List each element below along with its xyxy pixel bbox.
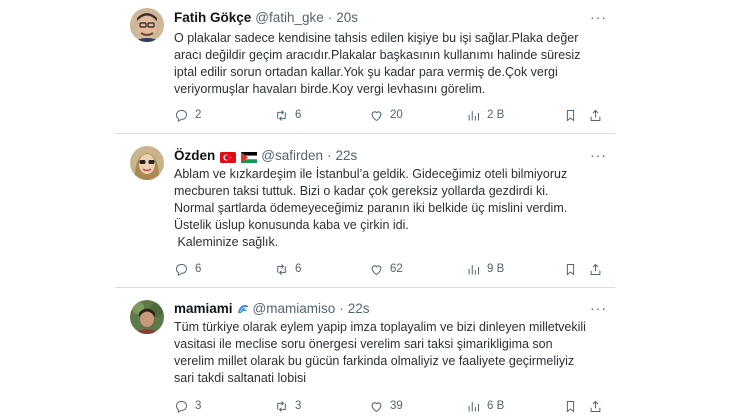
tweet-line: mecburen taksi tuttuk. Bizi o kadar çok … (174, 184, 549, 198)
bookmark-icon (566, 400, 575, 413)
avatar[interactable] (130, 146, 164, 180)
more-options-icon[interactable]: ··· (590, 148, 607, 162)
share-icon (590, 109, 601, 121)
avatar-photo (130, 146, 164, 180)
tweet-header: Fatih Gökçe @fatih_gke · 20s (174, 10, 358, 26)
tweet-text: Ablam ve kızkardeşim ile İstanbul’a geld… (174, 166, 614, 251)
reply-count: 6 (195, 263, 202, 275)
action-bar: 2 6 20 2 B (174, 107, 614, 123)
retweet-button[interactable]: 6 (274, 107, 301, 123)
more-options-icon[interactable]: ··· (590, 301, 607, 315)
avatar[interactable] (130, 8, 164, 42)
views-count: 6 B (487, 400, 505, 412)
tweet-line: Üstelik üslup konusunda kaba ve çirkin i… (174, 218, 409, 232)
share-button[interactable] (588, 261, 603, 277)
like-button[interactable]: 39 (369, 398, 403, 414)
bookmark-button[interactable] (563, 261, 578, 277)
like-icon (371, 401, 382, 412)
display-name[interactable]: mamiami (174, 301, 233, 317)
views-icon (468, 264, 479, 274)
tweet-feed: Fatih Gökçe @fatih_gke · 20s ··· O plaka… (0, 0, 730, 420)
tweet-line: sari takdi saltanati lobisi (174, 371, 307, 385)
separator-dot: · (327, 148, 332, 163)
reply-button[interactable]: 3 (174, 398, 201, 414)
views-icon (468, 110, 479, 120)
user-handle[interactable]: @safirden (261, 148, 323, 164)
tweet-line: Tüm türkiye olarak eylem yapip imza topl… (174, 320, 586, 334)
tweet-line: aracı değildir geçim aracıdır.Plakalar b… (174, 48, 581, 62)
avatar-photo (130, 300, 164, 334)
palestine-flag-icon (241, 151, 258, 163)
like-icon (371, 264, 382, 275)
bookmark-button[interactable] (563, 398, 578, 414)
tweet-line: vasitasi ile meclise soru önergesi verel… (174, 337, 553, 351)
reply-button[interactable]: 6 (174, 261, 201, 277)
reply-icon (176, 400, 187, 413)
share-icon (590, 400, 601, 412)
action-bar: 6 6 62 9 B (174, 261, 614, 277)
share-button[interactable] (588, 398, 603, 414)
tweet-header: mamiami @mamiamiso · 22s (174, 301, 370, 317)
share-icon (590, 263, 601, 275)
views-button[interactable]: 9 B (466, 261, 504, 277)
share-button[interactable] (588, 107, 603, 123)
tweet-line: iptal edilir sorun ortadan kallar.Yok şu… (174, 65, 558, 79)
tweet[interactable]: mamiami @mamiamiso · 22s ··· Tüm türkiye… (0, 288, 730, 420)
action-bar: 3 3 39 6 B (174, 398, 614, 414)
user-handle[interactable]: @fatih_gke (255, 10, 324, 26)
tweet-header: Özden @safirden · 22s (174, 148, 357, 164)
like-count: 62 (390, 263, 403, 275)
retweet-icon (277, 400, 286, 412)
tweet[interactable]: Özden @safirden · 22s ··· Ablam ve kızka… (0, 134, 730, 286)
retweet-count: 6 (295, 263, 302, 275)
reply-icon (176, 109, 187, 122)
timestamp[interactable]: 20s (336, 10, 358, 26)
reply-icon (176, 263, 187, 276)
retweet-icon (277, 263, 286, 275)
tweet-text: O plakalar sadece kendisine tahsis edile… (174, 30, 614, 98)
turkey-flag-icon (220, 151, 237, 163)
user-handle[interactable]: @mamiamiso (253, 301, 336, 317)
display-name[interactable]: Fatih Gökçe (174, 10, 251, 26)
bookmark-icon (566, 109, 575, 122)
tweet-line: Kaleminize sağlık. (174, 235, 279, 249)
more-options-icon[interactable]: ··· (590, 10, 607, 24)
reply-button[interactable]: 2 (174, 107, 201, 123)
tweet-line: Ablam ve kızkardeşim ile İstanbul’a geld… (174, 167, 568, 181)
like-count: 20 (390, 109, 403, 121)
views-icon (468, 401, 479, 411)
reply-count: 3 (195, 400, 202, 412)
tweet-text: Tüm türkiye olarak eylem yapip imza topl… (174, 319, 614, 387)
views-button[interactable]: 2 B (466, 107, 504, 123)
retweet-count: 6 (295, 109, 302, 121)
tweet-line: verelim millet olarak bu gücün farkinda … (174, 354, 575, 368)
separator-dot: · (327, 10, 333, 25)
avatar-photo (130, 8, 164, 42)
timestamp[interactable]: 22s (348, 301, 370, 317)
views-count: 9 B (487, 263, 505, 275)
like-button[interactable]: 62 (369, 261, 403, 277)
views-count: 2 B (487, 109, 505, 121)
tweet-line: O plakalar sadece kendisine tahsis edile… (174, 31, 579, 45)
retweet-button[interactable]: 3 (274, 398, 301, 414)
reply-count: 2 (195, 109, 202, 121)
timestamp[interactable]: 22s (336, 148, 358, 164)
tweet-line: Normal şartlarda ödemeyeceğimiz paranın … (174, 201, 568, 215)
tweet-line: veriyormuşlar havaları birde.Koy vergi l… (174, 82, 486, 96)
bookmark-icon (566, 263, 575, 276)
wave-icon (237, 303, 249, 315)
tweet[interactable]: Fatih Gökçe @fatih_gke · 20s ··· O plaka… (0, 0, 730, 132)
retweet-button[interactable]: 6 (274, 261, 301, 277)
retweet-count: 3 (295, 400, 302, 412)
like-count: 39 (390, 400, 403, 412)
retweet-icon (277, 109, 286, 121)
views-button[interactable]: 6 B (466, 398, 504, 414)
separator-dot: · (339, 301, 344, 316)
like-icon (371, 110, 382, 121)
display-name[interactable]: Özden (174, 148, 215, 164)
like-button[interactable]: 20 (369, 107, 403, 123)
avatar[interactable] (130, 300, 164, 334)
bookmark-button[interactable] (563, 107, 578, 123)
